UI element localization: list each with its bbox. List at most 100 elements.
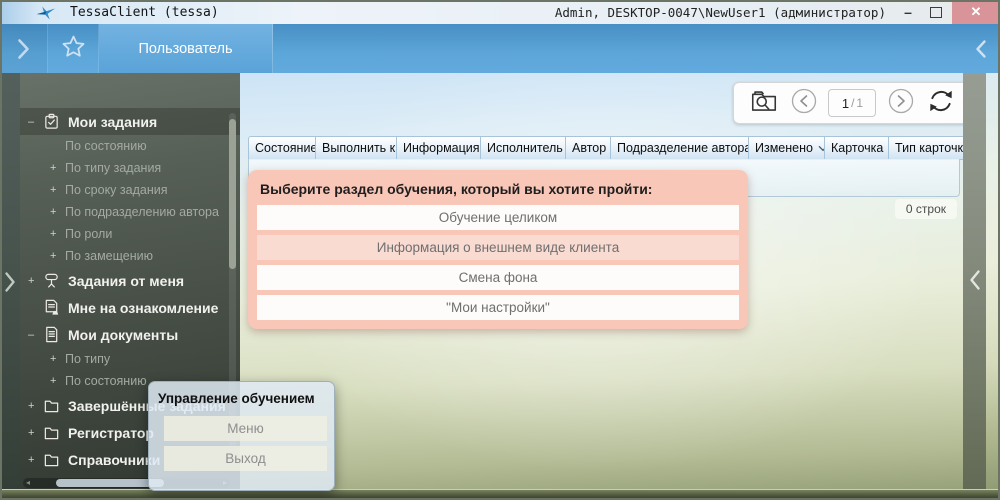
logged-in-user: Admin, DESKTOP-0047\NewUser1 (администра…	[555, 5, 886, 20]
column-label: Подразделение автора	[617, 141, 749, 155]
maximize-icon	[930, 7, 942, 18]
column-label: Выполнить к	[322, 141, 395, 155]
column-label: Тип карточки	[895, 141, 963, 155]
sidebar-item-docs-by-type[interactable]: + По типу	[20, 348, 240, 370]
sidebar-item-my-documents[interactable]: – Мои документы	[20, 321, 240, 348]
collapse-expander-icon[interactable]: –	[28, 116, 43, 128]
training-menu-button[interactable]: Меню	[164, 416, 327, 441]
clipboard-check-icon	[43, 113, 68, 130]
sidebar-item-label: Справочники	[68, 452, 160, 468]
column-header-card[interactable]: Карточка	[825, 136, 889, 160]
sidebar-item-label: По состоянию	[65, 139, 147, 153]
content-area: 1 / 1 Состояние Выполнить к Информация И…	[240, 73, 963, 491]
column-label: Исполнитель	[487, 141, 563, 155]
document-icon	[43, 326, 68, 343]
expander-icon[interactable]: +	[50, 250, 65, 262]
sidebar-item-label: Мои документы	[68, 327, 178, 343]
training-option-my-settings[interactable]: "Мои настройки"	[257, 295, 739, 320]
training-option-client-appearance[interactable]: Информация о внешнем виде клиента	[257, 235, 739, 260]
sidebar-item-label: Регистратор	[68, 425, 154, 441]
expander-icon[interactable]: +	[50, 184, 65, 196]
view-toolbar: 1 / 1	[733, 82, 963, 124]
row-count-badge: 0 строк	[895, 199, 957, 219]
sidebar-item-tasks-from-me[interactable]: + Задания от меня	[20, 267, 240, 294]
current-page: 1	[842, 96, 849, 111]
column-label: Изменено	[755, 141, 813, 155]
main-toolbar: Пользователь	[0, 24, 1000, 73]
close-button[interactable]: ✕	[952, 0, 1000, 24]
sidebar-item-label: По типу	[65, 352, 110, 366]
training-popup-title: Управление обучением	[156, 389, 327, 416]
training-control-popup: Управление обучением Меню Выход	[148, 381, 335, 491]
column-header-modified[interactable]: Изменено	[749, 136, 825, 160]
sidebar-item-by-role[interactable]: + По роли	[20, 223, 240, 245]
column-label: Автор	[572, 141, 606, 155]
maximize-button[interactable]	[922, 0, 950, 24]
expand-nav-button[interactable]	[0, 24, 48, 73]
scroll-left-arrow-icon[interactable]: ◂	[23, 478, 33, 488]
expander-icon[interactable]: –	[28, 329, 43, 341]
sidebar-item-by-task-type[interactable]: + По типу задания	[20, 157, 240, 179]
column-header-info[interactable]: Информация	[397, 136, 481, 160]
sidebar-item-label: По подразделению автора	[65, 205, 219, 219]
column-label: Карточка	[831, 141, 883, 155]
column-header-author-department[interactable]: Подразделение автора	[611, 136, 749, 160]
expander-icon[interactable]: +	[50, 353, 65, 365]
page-number-box[interactable]: 1 / 1	[828, 89, 876, 117]
training-option-full-course[interactable]: Обучение целиком	[257, 205, 739, 230]
folder-icon	[43, 451, 68, 468]
collapse-toolbar-button[interactable]	[968, 24, 994, 73]
grid-header-row: Состояние Выполнить к Информация Исполни…	[248, 136, 963, 160]
expander-icon[interactable]: +	[50, 228, 65, 240]
expand-right-panel-button[interactable]	[963, 73, 986, 491]
column-header-performer[interactable]: Исполнитель	[481, 136, 566, 160]
sidebar-item-label: По сроку задания	[65, 183, 167, 197]
document-bell-icon	[43, 299, 68, 316]
sidebar-item-label: По состоянию	[65, 374, 147, 388]
favorites-button[interactable]	[48, 24, 99, 73]
training-exit-button[interactable]: Выход	[164, 446, 327, 471]
sort-chevron-down-icon[interactable]	[813, 145, 825, 152]
sidebar-item-label: Мои задания	[68, 114, 157, 130]
tab-user-label: Пользователь	[138, 41, 232, 57]
column-label: Состояние	[255, 141, 316, 155]
sidebar-item-label: Мне на ознакомление	[68, 300, 218, 316]
refresh-button[interactable]	[926, 87, 956, 120]
star-icon	[60, 33, 87, 65]
training-option-change-background[interactable]: Смена фона	[257, 265, 739, 290]
sidebar-item-label: Задания от меня	[68, 273, 184, 289]
tab-user[interactable]: Пользователь	[99, 24, 273, 73]
expander-icon[interactable]: +	[50, 375, 65, 387]
sidebar-item-by-state[interactable]: По состоянию	[20, 135, 240, 157]
expander-icon[interactable]: +	[28, 427, 43, 439]
sidebar-item-my-tasks[interactable]: – Мои задания	[20, 108, 240, 135]
window-title: TessaClient (tessa)	[70, 5, 219, 20]
expander-icon[interactable]: +	[50, 206, 65, 218]
total-pages: 1	[856, 96, 863, 110]
next-page-button[interactable]	[887, 87, 915, 120]
signpost-icon	[43, 272, 68, 289]
expander-icon[interactable]: +	[28, 400, 43, 412]
training-dialog-title: Выберите раздел обучения, который вы хот…	[257, 179, 739, 205]
minimize-button[interactable]: –	[894, 0, 922, 24]
sidebar-item-label: По типу задания	[65, 161, 161, 175]
expander-icon[interactable]: +	[28, 454, 43, 466]
sidebar-item-for-my-review[interactable]: Мне на ознакомление	[20, 294, 240, 321]
column-header-card-type[interactable]: Тип карточки	[889, 136, 963, 160]
scrollbar-thumb[interactable]	[229, 119, 236, 269]
folder-search-button[interactable]	[749, 87, 779, 119]
expand-left-panel-button[interactable]	[0, 73, 20, 491]
column-header-due[interactable]: Выполнить к	[316, 136, 397, 160]
folder-icon	[43, 397, 68, 414]
sidebar-item-by-substitution[interactable]: + По замещению	[20, 245, 240, 267]
column-label: Информация	[403, 141, 480, 155]
column-header-state[interactable]: Состояние	[248, 136, 316, 160]
prev-page-button[interactable]	[790, 87, 818, 120]
chevron-left-icon	[969, 269, 981, 291]
expander-icon[interactable]: +	[50, 162, 65, 174]
expander-icon[interactable]: +	[28, 275, 43, 287]
window-bottom-edge	[0, 489, 1000, 500]
sidebar-item-by-task-deadline[interactable]: + По сроку задания	[20, 179, 240, 201]
sidebar-item-by-author-department[interactable]: + По подразделению автора	[20, 201, 240, 223]
column-header-author[interactable]: Автор	[566, 136, 611, 160]
